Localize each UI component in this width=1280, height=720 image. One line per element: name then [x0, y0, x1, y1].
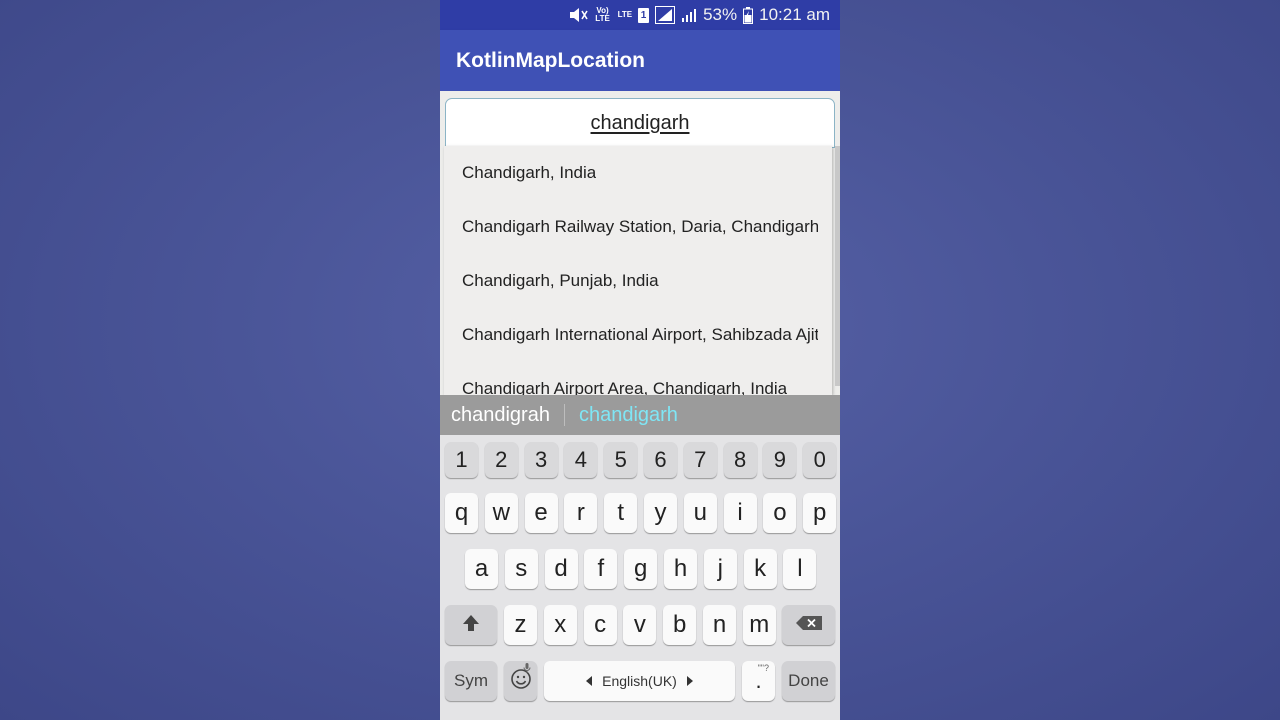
- sim-icon: 1: [638, 7, 650, 23]
- number-key[interactable]: 3: [524, 442, 558, 478]
- search-input-text: chandigarh: [590, 111, 690, 134]
- letter-key[interactable]: g: [624, 549, 658, 589]
- letter-key[interactable]: k: [743, 549, 777, 589]
- suggestion-list: Chandigarh, India Chandigarh Railway Sta…: [444, 146, 832, 395]
- letter-key[interactable]: e: [524, 493, 558, 533]
- suggestion-item[interactable]: Chandigarh Railway Station, Daria, Chand…: [444, 200, 832, 254]
- letter-key[interactable]: v: [623, 605, 657, 645]
- letter-key[interactable]: z: [504, 605, 537, 645]
- letter-key[interactable]: f: [584, 549, 618, 589]
- signal-sim1-icon: [655, 6, 676, 24]
- number-key[interactable]: 8: [723, 442, 757, 478]
- emoji-key[interactable]: [504, 661, 537, 701]
- period-hint: ""?: [757, 663, 769, 673]
- suggestion-item[interactable]: Chandigarh Airport Area, Chandigarh, Ind…: [444, 362, 832, 395]
- space-language-label: English(UK): [602, 673, 677, 689]
- done-key[interactable]: Done: [782, 661, 835, 701]
- app-title: KotlinMapLocation: [456, 48, 645, 72]
- letter-key[interactable]: t: [604, 493, 638, 533]
- letter-key[interactable]: a: [465, 549, 498, 589]
- letter-key[interactable]: c: [583, 605, 617, 645]
- mic-hint-icon: [523, 663, 531, 675]
- letter-key[interactable]: m: [742, 605, 776, 645]
- letter-key[interactable]: w: [484, 493, 518, 533]
- number-key[interactable]: 0: [803, 442, 837, 478]
- letter-key[interactable]: b: [663, 605, 697, 645]
- search-input[interactable]: chandigarh: [445, 98, 835, 148]
- battery-percent: 53%: [703, 5, 738, 24]
- battery-charging-icon: [743, 6, 754, 24]
- letter-key[interactable]: s: [504, 549, 538, 589]
- mute-icon: [568, 7, 588, 23]
- number-key[interactable]: 7: [683, 442, 717, 478]
- suggestion-item[interactable]: Chandigarh, Punjab, India: [444, 254, 832, 308]
- suggestion-item[interactable]: Chandigarh International Airport, Sahibz…: [444, 308, 832, 362]
- number-key[interactable]: 6: [644, 442, 677, 478]
- map-view[interactable]: chandigarh Chandigarh, India Chandigarh …: [440, 91, 840, 395]
- status-bar: Vo) LTE LTE 1 53% 10:21 am: [440, 0, 840, 30]
- phone-screen: Vo) LTE LTE 1 53% 10:21 am KotlinMapLoca…: [440, 0, 840, 720]
- number-key[interactable]: 9: [763, 442, 797, 478]
- prediction-bar: chandigrah chandigarh: [440, 395, 840, 435]
- letter-key[interactable]: q: [445, 493, 478, 533]
- letter-key[interactable]: p: [803, 493, 837, 533]
- language-prev-icon: [586, 676, 593, 686]
- backspace-icon: [795, 615, 823, 636]
- language-next-icon: [686, 676, 693, 686]
- letter-key[interactable]: d: [544, 549, 578, 589]
- clock: 10:21 am: [759, 5, 830, 24]
- letter-key[interactable]: r: [564, 493, 598, 533]
- period-key[interactable]: ""? .: [742, 661, 775, 701]
- letter-key[interactable]: l: [783, 549, 817, 589]
- sym-key[interactable]: Sym: [445, 661, 497, 701]
- lte-icon: LTE: [617, 10, 633, 19]
- letter-key[interactable]: i: [723, 493, 757, 533]
- keyboard: Sym English(UK) ""? . Done 1 2 3 4 5 6 7…: [440, 435, 840, 720]
- letter-key[interactable]: h: [664, 549, 697, 589]
- signal-sim2-icon: [681, 7, 697, 23]
- letter-key[interactable]: j: [703, 549, 737, 589]
- number-key[interactable]: 5: [604, 442, 638, 478]
- backspace-key[interactable]: [782, 605, 835, 645]
- shift-key[interactable]: [445, 605, 497, 645]
- suggestion-scrollbar[interactable]: [835, 146, 840, 386]
- letter-key[interactable]: x: [543, 605, 577, 645]
- prediction-item[interactable]: chandigrah: [440, 404, 564, 427]
- suggestion-item[interactable]: Chandigarh, India: [444, 146, 832, 200]
- app-bar: KotlinMapLocation: [440, 30, 840, 91]
- prediction-item-highlighted[interactable]: chandigarh: [565, 404, 678, 427]
- space-key[interactable]: English(UK): [544, 661, 735, 701]
- number-key[interactable]: 4: [564, 442, 598, 478]
- number-key[interactable]: 1: [445, 442, 478, 478]
- letter-key[interactable]: n: [703, 605, 736, 645]
- letter-key[interactable]: o: [763, 493, 797, 533]
- number-key[interactable]: 2: [484, 442, 518, 478]
- shift-arrow-icon: [461, 613, 481, 638]
- volte-icon: Vo) LTE: [595, 6, 610, 23]
- letter-key[interactable]: u: [683, 493, 717, 533]
- letter-key[interactable]: y: [644, 493, 677, 533]
